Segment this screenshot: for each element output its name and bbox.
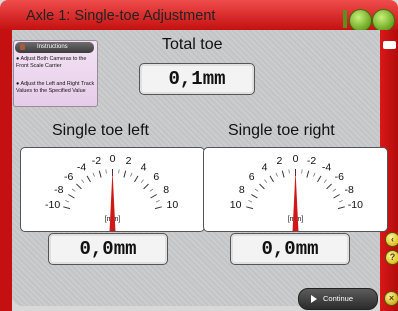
minimize-button[interactable] bbox=[349, 9, 372, 32]
left-gauge-minor-tick bbox=[155, 200, 160, 203]
vehicle-icon[interactable] bbox=[383, 41, 396, 49]
right-gauge-tick bbox=[281, 170, 285, 178]
right-gauge-tick-label: -6 bbox=[335, 171, 344, 183]
maximize-button[interactable] bbox=[372, 9, 395, 32]
left-toe-gauge: -10-8-6-4-20246810[mm] bbox=[20, 147, 205, 232]
right-gauge-tick-label: 0 bbox=[293, 153, 299, 165]
left-gauge-tick-label: 0 bbox=[110, 153, 116, 165]
left-gauge-tick bbox=[63, 206, 71, 210]
left-gauge-needle bbox=[109, 170, 116, 231]
left-gauge-tick bbox=[123, 170, 127, 178]
close-button[interactable]: × bbox=[384, 291, 398, 306]
right-gauge-minor-tick bbox=[264, 179, 268, 183]
left-gauge-tick-label: -4 bbox=[77, 161, 86, 173]
left-gauge-tick bbox=[86, 175, 91, 183]
right-gauge-tick bbox=[269, 175, 274, 183]
right-gauge-tick-label: -2 bbox=[307, 155, 316, 167]
right-gauge-tick-label: -10 bbox=[348, 199, 363, 211]
right-gauge-tick-label: 4 bbox=[262, 161, 268, 173]
right-gauge-minor-tick bbox=[323, 179, 327, 183]
left-gauge-minor-tick bbox=[92, 172, 95, 177]
left-gauge-tick bbox=[143, 183, 149, 190]
right-gauge-tick bbox=[251, 194, 258, 199]
left-gauge-tick-label: -10 bbox=[45, 199, 60, 211]
left-gauge-minor-tick bbox=[140, 179, 144, 183]
left-gauge-tick-label: -6 bbox=[64, 171, 73, 183]
right-gauge-tick bbox=[337, 206, 345, 210]
left-gauge-minor-tick bbox=[65, 200, 70, 203]
total-toe-readout: 0,1mm bbox=[139, 63, 255, 95]
help-button[interactable]: ? bbox=[385, 250, 398, 265]
right-gauge-tick bbox=[246, 206, 254, 210]
left-gauge-tick-label: 2 bbox=[126, 155, 132, 167]
left-gauge-tick bbox=[154, 206, 162, 210]
left-gauge-tick-label: 10 bbox=[167, 199, 179, 211]
right-toe-gauge: 1086420-2-4-6-8-10[mm] bbox=[203, 147, 388, 232]
back-button[interactable]: ‹ bbox=[385, 232, 398, 247]
right-gauge-needle bbox=[292, 170, 299, 231]
right-gauge-tick bbox=[259, 183, 265, 190]
left-gauge-tick-label: 4 bbox=[141, 161, 147, 173]
left-gauge-tick bbox=[68, 194, 75, 199]
right-gauge-minor-tick bbox=[338, 200, 343, 203]
left-gauge-tick-label: 6 bbox=[153, 171, 159, 183]
left-frame bbox=[0, 30, 12, 311]
right-gauge-tick-label: 2 bbox=[277, 155, 283, 167]
right-gauge-minor-tick bbox=[301, 169, 303, 174]
left-gauge-tick bbox=[98, 170, 102, 178]
right-gauge-tick-label: -8 bbox=[345, 184, 354, 196]
continue-label: Continue bbox=[323, 294, 354, 303]
left-gauge-minor-tick bbox=[118, 169, 120, 174]
left-gauge-minor-tick bbox=[149, 188, 154, 192]
instructions-title: Instructions bbox=[37, 44, 68, 50]
right-gauge-tick-label: 6 bbox=[249, 171, 255, 183]
left-gauge-scale: -10-8-6-4-20246810[mm] bbox=[45, 153, 179, 231]
right-gauge-tick-label: -4 bbox=[322, 161, 331, 173]
left-toe-readout: 0,0mm bbox=[48, 233, 168, 265]
total-toe-label: Total toe bbox=[162, 36, 223, 53]
instruction-item: ● Adjust the Left and Right Track Values… bbox=[16, 81, 95, 94]
left-toe-label: Single toe left bbox=[52, 122, 149, 139]
right-gauge-tick bbox=[306, 170, 310, 178]
close-icon: × bbox=[388, 293, 395, 303]
instruction-item: ● Adjust Both Cameras to the Front Scale… bbox=[16, 56, 87, 69]
right-gauge-minor-tick bbox=[313, 172, 316, 177]
right-gauge-minor-tick bbox=[254, 188, 259, 192]
instructions-panel: Instructions ● Adjust Both Cameras to th… bbox=[13, 40, 98, 107]
left-gauge-minor-tick bbox=[81, 179, 85, 183]
play-icon bbox=[311, 295, 317, 303]
instructions-header[interactable]: Instructions bbox=[15, 42, 94, 53]
right-gauge-scale: 1086420-2-4-6-8-10[mm] bbox=[230, 153, 363, 231]
right-gauge-minor-tick bbox=[248, 200, 253, 203]
left-gauge-tick bbox=[76, 183, 82, 190]
right-gauge-minor-tick bbox=[275, 172, 278, 177]
right-gauge-tick bbox=[326, 183, 332, 190]
right-gauge-tick bbox=[317, 175, 322, 183]
window-title: Axle 1: Single-toe Adjustment bbox=[26, 8, 216, 24]
right-gauge-minor-tick bbox=[332, 188, 337, 192]
left-gauge-minor-tick bbox=[71, 188, 76, 192]
left-gauge-tick-label: 8 bbox=[163, 184, 169, 196]
right-gauge-minor-tick bbox=[288, 169, 290, 174]
back-arrow-icon: ‹ bbox=[391, 234, 394, 244]
title-bar: Axle 1: Single-toe Adjustment bbox=[0, 0, 398, 32]
right-gauge-tick-label: 8 bbox=[239, 184, 245, 196]
window-separator bbox=[343, 10, 347, 28]
right-toe-readout: 0,0mm bbox=[230, 233, 350, 265]
continue-button[interactable]: Continue bbox=[298, 288, 378, 310]
left-gauge-minor-tick bbox=[130, 172, 133, 177]
left-gauge-minor-tick bbox=[105, 169, 107, 174]
right-toe-label: Single toe right bbox=[228, 122, 335, 139]
left-gauge-tick-label: -8 bbox=[54, 184, 63, 196]
left-gauge-tick-label: -2 bbox=[92, 155, 101, 167]
left-gauge-tick bbox=[150, 194, 157, 199]
left-gauge-tick bbox=[134, 175, 139, 183]
help-icon: ? bbox=[389, 252, 396, 262]
right-gauge-tick bbox=[333, 194, 340, 199]
book-icon bbox=[20, 44, 25, 50]
right-gauge-tick-label: 10 bbox=[230, 199, 242, 211]
